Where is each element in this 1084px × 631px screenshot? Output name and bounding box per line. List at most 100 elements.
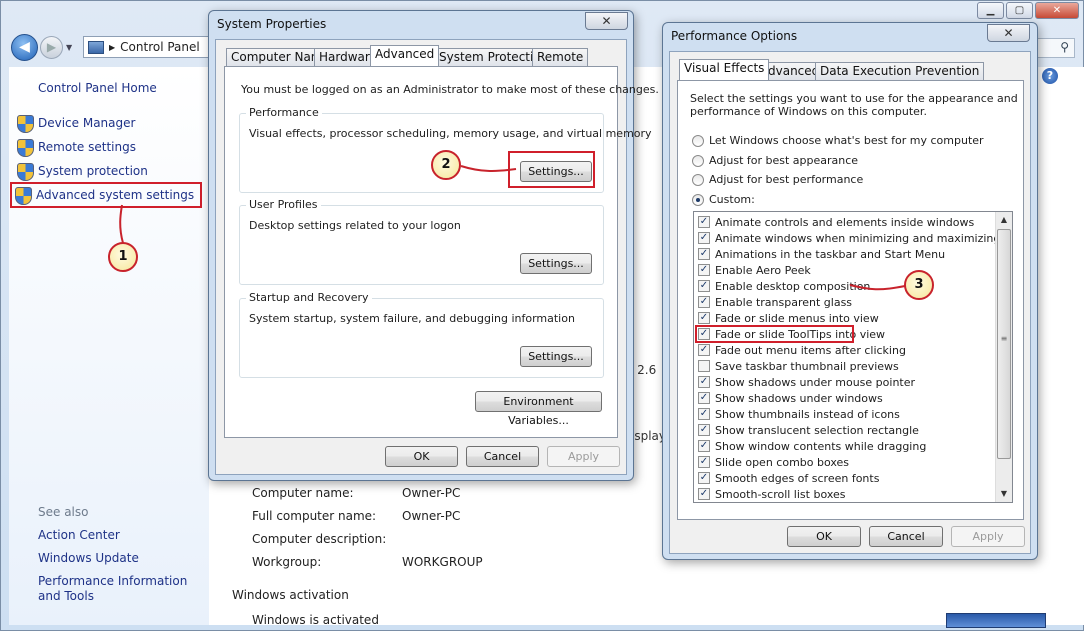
activation-status: Windows is activated bbox=[252, 613, 379, 627]
effect-label: Fade or slide menus into view bbox=[715, 311, 879, 325]
effect-option[interactable]: ✓ Show thumbnails instead of icons bbox=[698, 406, 900, 422]
advanced-tab-panel: You must be logged on as an Administrato… bbox=[224, 66, 659, 438]
genuine-logo bbox=[946, 613, 1046, 628]
remote-settings-link[interactable]: Remote settings bbox=[17, 137, 136, 157]
ok-button[interactable]: OK bbox=[787, 526, 861, 547]
checkbox-checked-icon[interactable]: ✓ bbox=[698, 312, 710, 324]
tab-visual-effects[interactable]: Visual Effects bbox=[679, 59, 770, 80]
back-arrow-icon[interactable]: ◀ bbox=[11, 34, 38, 61]
effect-label: Enable desktop composition bbox=[715, 279, 871, 293]
apply-button[interactable]: Apply bbox=[951, 526, 1025, 547]
effect-option[interactable]: ✓ Enable desktop composition bbox=[698, 278, 870, 294]
effect-option[interactable]: ✓ Show window contents while dragging bbox=[698, 438, 926, 454]
checkbox-checked-icon[interactable]: ✓ bbox=[698, 392, 710, 404]
checkbox-checked-icon[interactable]: ✓ bbox=[698, 280, 710, 292]
effect-option[interactable]: ✓ Show shadows under mouse pointer bbox=[698, 374, 915, 390]
display-label-clipped: isplay bbox=[631, 429, 666, 443]
effect-option[interactable]: ✓ Fade or slide menus into view bbox=[698, 310, 879, 326]
forward-arrow-icon[interactable]: ▶ bbox=[40, 36, 63, 59]
performance-information-link[interactable]: Performance Information and Tools bbox=[38, 574, 208, 604]
checkbox-unchecked-icon[interactable] bbox=[698, 360, 710, 372]
breadcrumb-control-panel[interactable]: Control Panel bbox=[120, 40, 200, 54]
list-scrollbar[interactable]: ▲ ≡ ▼ bbox=[995, 212, 1012, 502]
effect-option[interactable]: ✓ Enable Aero Peek bbox=[698, 262, 811, 278]
effect-label: Show translucent selection rectangle bbox=[715, 423, 919, 437]
effect-option[interactable]: ✓ Animate controls and elements inside wi… bbox=[698, 214, 974, 230]
checkbox-checked-icon[interactable]: ✓ bbox=[698, 472, 710, 484]
intro-line-2: performance of Windows on this computer. bbox=[690, 105, 927, 118]
close-icon[interactable]: ✕ bbox=[585, 12, 628, 30]
scroll-down-arrow-icon[interactable]: ▼ bbox=[996, 486, 1012, 502]
environment-variables-button[interactable]: Environment Variables... bbox=[475, 391, 602, 427]
checkbox-checked-icon[interactable]: ✓ bbox=[698, 408, 710, 420]
device-manager-link[interactable]: Device Manager bbox=[17, 113, 135, 133]
caption-buttons: ▁ ▢ ✕ bbox=[977, 2, 1079, 19]
advanced-system-settings-link[interactable]: Advanced system settings bbox=[10, 182, 203, 208]
dialog-title: Performance Options bbox=[671, 29, 798, 43]
intro-line-1: Select the settings you want to use for … bbox=[690, 92, 1018, 105]
tab-advanced[interactable]: Advanced bbox=[370, 45, 440, 66]
effect-label: Show shadows under mouse pointer bbox=[715, 375, 916, 389]
user-profiles-settings-button[interactable]: Settings... bbox=[520, 253, 592, 274]
checkbox-checked-icon[interactable]: ✓ bbox=[698, 488, 710, 500]
visual-effects-list: ✓ Animate controls and elements inside wi… bbox=[693, 211, 1013, 503]
checkbox-checked-icon[interactable]: ✓ bbox=[698, 248, 710, 260]
recent-pages-dropdown-icon[interactable]: ▼ bbox=[66, 43, 72, 52]
checkbox-checked-icon[interactable]: ✓ bbox=[698, 440, 710, 452]
checkbox-checked-icon[interactable]: ✓ bbox=[698, 232, 710, 244]
action-center-link[interactable]: Action Center bbox=[38, 528, 208, 543]
checkbox-checked-icon[interactable]: ✓ bbox=[698, 264, 710, 276]
breadcrumb-separator-icon[interactable]: ▶ bbox=[109, 43, 115, 52]
user-profiles-group-label: User Profiles bbox=[246, 198, 321, 211]
radio-custom[interactable]: Custom: bbox=[692, 193, 755, 206]
minimize-button[interactable]: ▁ bbox=[977, 2, 1004, 19]
startup-recovery-group-label: Startup and Recovery bbox=[246, 291, 372, 304]
effect-option[interactable]: ✓ Enable transparent glass bbox=[698, 294, 852, 310]
startup-recovery-settings-button[interactable]: Settings... bbox=[520, 346, 592, 367]
effect-option[interactable]: ✓ Smooth-scroll list boxes bbox=[698, 486, 846, 502]
checkbox-checked-icon[interactable]: ✓ bbox=[698, 456, 710, 468]
effect-option[interactable]: ✓ Animations in the taskbar and Start Men… bbox=[698, 246, 945, 262]
help-icon[interactable]: ? bbox=[1042, 68, 1058, 84]
checkbox-checked-icon[interactable]: ✓ bbox=[698, 296, 710, 308]
effect-option[interactable]: ✓ Slide open combo boxes bbox=[698, 454, 849, 470]
system-protection-link[interactable]: System protection bbox=[17, 161, 148, 181]
radio-best-performance[interactable]: Adjust for best performance bbox=[692, 173, 863, 186]
checkbox-checked-icon[interactable]: ✓ bbox=[698, 344, 710, 356]
task-label: Remote settings bbox=[38, 140, 136, 154]
effect-option[interactable]: Save taskbar thumbnail previews bbox=[698, 358, 899, 374]
checkbox-checked-icon[interactable]: ✓ bbox=[698, 216, 710, 228]
tab-data-execution-prevention[interactable]: Data Execution Prevention bbox=[815, 62, 985, 80]
cancel-button[interactable]: Cancel bbox=[466, 446, 539, 467]
close-icon[interactable]: ✕ bbox=[987, 24, 1030, 42]
system-properties-dialog: System Properties ✕ Computer Name Hardwa… bbox=[208, 10, 659, 481]
radio-label: Custom: bbox=[709, 193, 755, 206]
scroll-thumb[interactable]: ≡ bbox=[997, 229, 1011, 459]
apply-button[interactable]: Apply bbox=[547, 446, 620, 467]
checkbox-checked-icon[interactable]: ✓ bbox=[698, 424, 710, 436]
effect-option[interactable]: ✓ Show shadows under windows bbox=[698, 390, 883, 406]
tab-remote[interactable]: Remote bbox=[532, 48, 589, 66]
checkbox-checked-icon[interactable]: ✓ bbox=[698, 376, 710, 388]
highlight-box-3 bbox=[695, 325, 854, 343]
close-button[interactable]: ✕ bbox=[1035, 2, 1079, 19]
maximize-button[interactable]: ▢ bbox=[1006, 2, 1033, 19]
radio-label: Adjust for best performance bbox=[709, 173, 864, 186]
effect-label: Smooth edges of screen fonts bbox=[715, 471, 880, 485]
dialog-body: Computer Name Hardware Advanced System P… bbox=[215, 39, 659, 475]
address-bar[interactable]: ▶ Control Panel bbox=[83, 36, 213, 58]
see-also-heading: See also bbox=[38, 505, 89, 519]
windows-update-link[interactable]: Windows Update bbox=[38, 551, 208, 566]
ok-button[interactable]: OK bbox=[385, 446, 458, 467]
effect-option[interactable]: ✓ Animate windows when minimizing and max… bbox=[698, 230, 1000, 246]
scroll-up-arrow-icon[interactable]: ▲ bbox=[996, 212, 1012, 228]
effect-option[interactable]: ✓ Smooth edges of screen fonts bbox=[698, 470, 879, 486]
radio-best-appearance[interactable]: Adjust for best appearance bbox=[692, 154, 858, 167]
effect-option[interactable]: ✓ Fade out menu items after clicking bbox=[698, 342, 906, 358]
control-panel-home-link[interactable]: Control Panel Home bbox=[38, 81, 157, 95]
cancel-button[interactable]: Cancel bbox=[869, 526, 943, 547]
effect-option[interactable]: ✓ Show translucent selection rectangle bbox=[698, 422, 919, 438]
radio-button-icon bbox=[692, 173, 704, 186]
search-icon: ⚲ bbox=[1060, 40, 1069, 54]
radio-let-windows-choose[interactable]: Let Windows choose what's best for my co… bbox=[692, 134, 984, 147]
